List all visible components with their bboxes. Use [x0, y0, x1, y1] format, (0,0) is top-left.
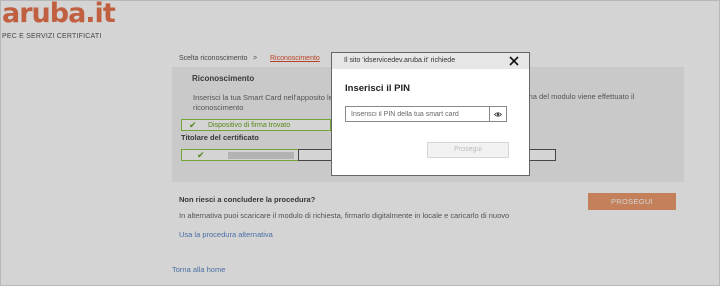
show-pin-button[interactable]: [490, 106, 507, 122]
close-icon[interactable]: [508, 55, 520, 67]
submit-pin-button[interactable]: Prosegui: [427, 142, 509, 158]
eye-icon: [494, 112, 502, 117]
pin-input[interactable]: [345, 106, 490, 122]
dialog-header-text: Il sito 'idservicedev.aruba.it' richiede: [344, 57, 456, 64]
pin-dialog: Il sito 'idservicedev.aruba.it' richiede…: [331, 52, 530, 176]
dialog-title: Inserisci il PIN: [345, 83, 410, 94]
dialog-header: Il sito 'idservicedev.aruba.it' richiede: [332, 53, 529, 69]
